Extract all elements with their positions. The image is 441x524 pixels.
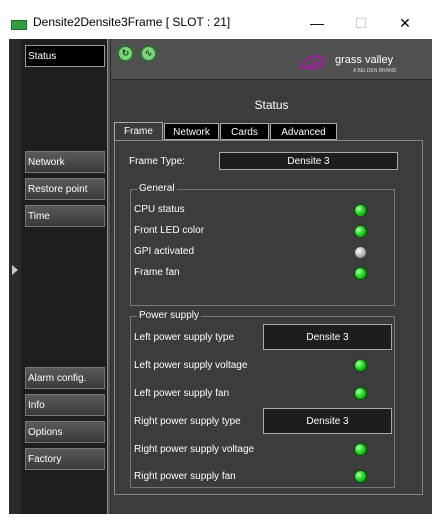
maximize-button[interactable]: ☐ bbox=[338, 11, 384, 35]
cpu-status-led-icon bbox=[354, 204, 367, 217]
app-frame: Status Network Restore point Time Alarm … bbox=[9, 39, 432, 514]
front-led-color-led-icon bbox=[354, 225, 367, 238]
tab-frame[interactable]: Frame bbox=[114, 122, 163, 140]
power-supply-group: Power supply Left power supply type Dens… bbox=[130, 310, 395, 488]
power-supply-group-title: Power supply bbox=[137, 310, 202, 322]
frame-tab-panel: Frame Type: Densite 3 General CPU status… bbox=[114, 140, 423, 495]
refresh-icon[interactable]: ↻ bbox=[117, 45, 134, 62]
left-power-supply-fan-led-icon bbox=[354, 387, 367, 400]
sidebar-item-info[interactable]: Info bbox=[25, 394, 105, 416]
frame-fan-label: Frame fan bbox=[134, 267, 180, 278]
left-power-supply-type-label: Left power supply type bbox=[134, 332, 235, 343]
left-power-supply-voltage-led-icon bbox=[354, 359, 367, 372]
cpu-status-label: CPU status bbox=[134, 204, 185, 215]
grass-valley-logo: grass valley A BELDEN BRAND bbox=[299, 54, 397, 74]
gpi-activated-led-icon bbox=[354, 246, 367, 259]
right-power-supply-type-value: Densite 3 bbox=[263, 408, 392, 434]
front-led-color-label: Front LED color bbox=[134, 225, 205, 236]
collapse-handle[interactable] bbox=[9, 39, 21, 514]
general-group-title: General bbox=[137, 183, 177, 195]
page-title: Status bbox=[254, 98, 289, 112]
sidebar-item-factory[interactable]: Factory bbox=[25, 448, 105, 470]
toolbar-header: ↻ ∿ grass valley A BELDEN BRAND bbox=[111, 39, 432, 80]
window-titlebar: Densite2Densite3Frame [ SLOT : 21] — ☐ ✕ bbox=[0, 0, 441, 38]
expand-arrow-icon bbox=[12, 265, 18, 275]
monitor-icon[interactable]: ∿ bbox=[140, 45, 157, 62]
general-group: General CPU status Front LED color GPI a… bbox=[130, 183, 395, 306]
right-power-supply-voltage-led-icon bbox=[354, 443, 367, 456]
frame-fan-led-icon bbox=[354, 267, 367, 280]
minimize-button[interactable]: — bbox=[294, 11, 340, 35]
main-panel: ↻ ∿ grass valley A BELDEN BRAND Status F… bbox=[111, 39, 432, 514]
window-title: Densite2Densite3Frame [ SLOT : 21] bbox=[33, 15, 231, 29]
sidebar-item-options[interactable]: Options bbox=[25, 421, 105, 443]
sidebar-item-restore-point[interactable]: Restore point bbox=[25, 178, 105, 200]
sidebar: Status Network Restore point Time Alarm … bbox=[22, 39, 107, 514]
sidebar-item-time[interactable]: Time bbox=[25, 205, 105, 227]
sidebar-item-network[interactable]: Network bbox=[25, 151, 105, 173]
app-icon bbox=[11, 20, 27, 30]
tab-advanced[interactable]: Advanced bbox=[270, 123, 337, 140]
sidebar-item-status[interactable]: Status bbox=[25, 45, 105, 67]
tab-cards[interactable]: Cards bbox=[220, 123, 269, 140]
frame-type-label: Frame Type: bbox=[129, 156, 185, 167]
gpi-activated-label: GPI activated bbox=[134, 246, 195, 257]
left-power-supply-fan-label: Left power supply fan bbox=[134, 388, 230, 399]
right-power-supply-fan-led-icon bbox=[354, 470, 367, 483]
tab-network[interactable]: Network bbox=[164, 123, 219, 140]
left-power-supply-voltage-label: Left power supply voltage bbox=[134, 360, 248, 371]
right-power-supply-voltage-label: Right power supply voltage bbox=[134, 444, 255, 455]
logo-text: grass valley bbox=[335, 54, 394, 66]
close-button[interactable]: ✕ bbox=[382, 11, 428, 35]
frame-type-value: Densite 3 bbox=[219, 152, 398, 170]
sidebar-item-alarm-config[interactable]: Alarm config. bbox=[25, 367, 105, 389]
logo-subtext: A BELDEN BRAND bbox=[353, 68, 397, 74]
right-power-supply-type-label: Right power supply type bbox=[134, 416, 241, 427]
right-power-supply-fan-label: Right power supply fan bbox=[134, 471, 236, 482]
left-power-supply-type-value: Densite 3 bbox=[263, 324, 392, 350]
